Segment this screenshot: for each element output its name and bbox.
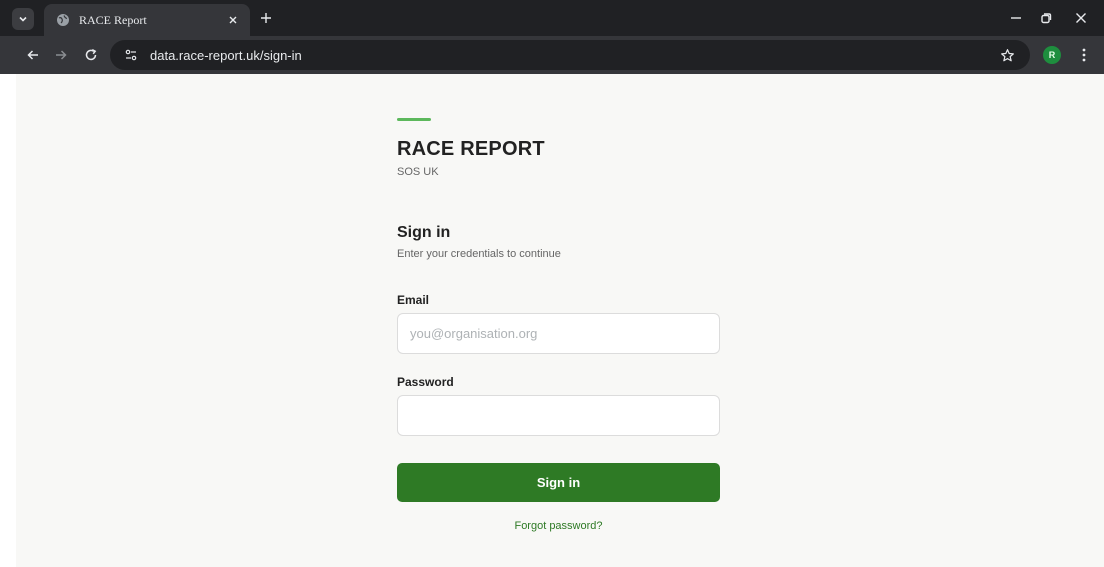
url-text: data.race-report.uk/sign-in <box>150 47 302 63</box>
new-tab-button[interactable] <box>256 8 276 28</box>
profile-avatar[interactable]: R <box>1043 46 1061 64</box>
restore-button[interactable] <box>1031 6 1061 30</box>
site-info-button[interactable] <box>120 44 142 66</box>
password-label: Password <box>397 375 454 389</box>
back-button[interactable] <box>22 44 44 66</box>
browser-tab[interactable]: RACE Report <box>44 4 250 36</box>
chevron-down-icon <box>19 16 27 22</box>
minimize-icon <box>1011 17 1021 19</box>
forward-button[interactable] <box>50 44 72 66</box>
address-bar[interactable]: data.race-report.uk/sign-in <box>110 40 1030 70</box>
password-field[interactable] <box>397 395 720 436</box>
signin-button[interactable]: Sign in <box>397 463 720 502</box>
browser-toolbar: data.race-report.uk/sign-in <box>0 36 1104 74</box>
close-icon <box>229 16 237 24</box>
back-arrow-icon <box>27 50 38 60</box>
browser-tab-bar: RACE Report <box>0 0 1104 36</box>
signin-heading: Sign in <box>397 224 451 241</box>
kebab-menu-icon <box>1082 48 1086 62</box>
brand-accent-bar <box>397 118 431 121</box>
minimize-button[interactable] <box>1001 6 1031 30</box>
browser-menu-button[interactable] <box>1074 44 1094 66</box>
brand-title: RACE REPORT <box>397 138 545 160</box>
tab-close-button[interactable] <box>222 9 244 31</box>
email-label: Email <box>397 293 430 307</box>
bookmark-button[interactable] <box>996 44 1018 66</box>
tab-list-button[interactable] <box>12 8 34 30</box>
brand-subtitle: SOS UK <box>397 166 439 178</box>
close-window-button[interactable] <box>1066 6 1096 30</box>
close-icon <box>1076 13 1086 23</box>
page-content: RACE REPORT SOS UK Sign in Enter your cr… <box>16 74 1104 567</box>
email-field[interactable] <box>397 313 720 354</box>
tab-title: RACE Report <box>79 12 147 27</box>
forward-arrow-icon <box>56 50 67 60</box>
plus-icon <box>261 13 271 23</box>
reload-icon <box>85 48 97 61</box>
globe-icon <box>56 13 70 27</box>
restore-icon <box>1041 13 1052 24</box>
signin-subheading: Enter your credentials to continue <box>397 248 561 260</box>
forgot-password-link[interactable]: Forgot password? <box>397 520 720 532</box>
reload-button[interactable] <box>80 44 102 66</box>
star-icon <box>1000 48 1014 61</box>
tune-icon <box>125 49 137 61</box>
